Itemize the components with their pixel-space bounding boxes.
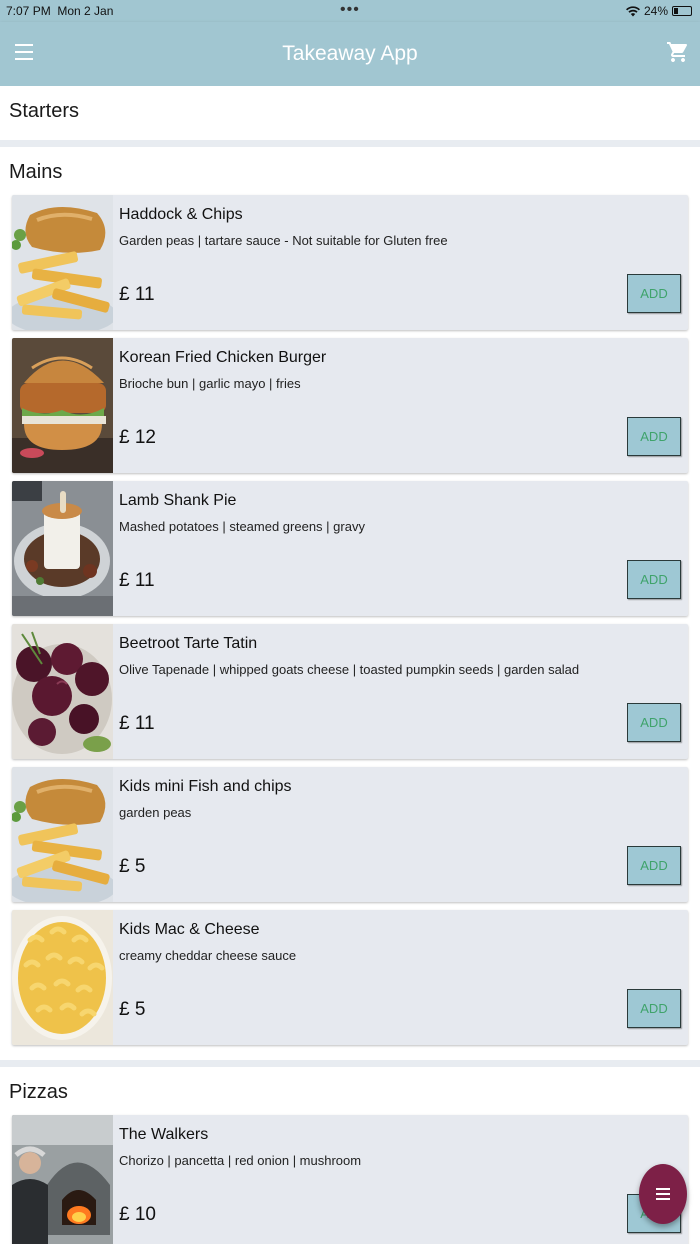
menu-item-card[interactable]: Haddock & Chips Garden peas | tartare sa… xyxy=(12,195,688,330)
item-name: Beetroot Tarte Tatin xyxy=(119,635,258,652)
section-title-mains: Mains xyxy=(9,161,63,183)
add-button[interactable]: ADD xyxy=(627,560,681,599)
item-price: £ 11 xyxy=(119,570,155,591)
section-divider xyxy=(0,1060,700,1067)
menu-item-card[interactable]: Lamb Shank Pie Mashed potatoes | steamed… xyxy=(12,481,688,616)
fish-and-chips-photo xyxy=(12,767,113,902)
add-button[interactable]: ADD xyxy=(627,274,681,313)
add-button[interactable]: ADD xyxy=(627,846,681,885)
cart-icon[interactable] xyxy=(666,40,690,64)
pizza-oven-photo xyxy=(12,1115,113,1244)
beetroot-tart-photo xyxy=(12,624,113,759)
item-price: £ 12 xyxy=(119,427,156,448)
list-menu-icon[interactable] xyxy=(639,1164,687,1224)
item-price: £ 5 xyxy=(119,856,146,877)
battery-percent: 24% xyxy=(643,4,668,18)
item-description: Olive Tapenade | whipped goats cheese | … xyxy=(119,662,580,677)
menu-item-card[interactable]: Kids mini Fish and chips garden peas £ 5… xyxy=(12,767,688,902)
item-name: Haddock & Chips xyxy=(119,206,243,223)
fish-and-chips-photo xyxy=(12,195,113,330)
item-description: Mashed potatoes | steamed greens | gravy xyxy=(119,519,365,534)
section-title-pizzas: Pizzas xyxy=(9,1081,68,1103)
lamb-pie-photo xyxy=(12,481,113,616)
status-bar: 7:07 PM Mon 2 Jan ••• 24% xyxy=(0,0,700,22)
menu-item-card[interactable]: Kids Mac & Cheese creamy cheddar cheese … xyxy=(12,910,688,1045)
item-name: Korean Fried Chicken Burger xyxy=(119,349,327,366)
wifi-icon xyxy=(625,5,640,16)
item-name: The Walkers xyxy=(119,1126,209,1143)
section-title-starters: Starters xyxy=(9,100,80,122)
status-right: 24% xyxy=(625,4,692,18)
add-button[interactable]: ADD xyxy=(627,703,681,742)
app-bar: Takeaway App xyxy=(0,22,700,86)
item-price: £ 10 xyxy=(119,1204,156,1225)
item-name: Kids Mac & Cheese xyxy=(119,921,260,938)
item-name: Lamb Shank Pie xyxy=(119,492,237,509)
item-description: Chorizo | pancetta | red onion | mushroo… xyxy=(119,1153,362,1168)
menu-item-card[interactable]: Beetroot Tarte Tatin Olive Tapenade | wh… xyxy=(12,624,688,759)
menu-item-card[interactable]: The Walkers Chorizo | pancetta | red oni… xyxy=(12,1115,688,1244)
status-time: 7:07 PM Mon 2 Jan xyxy=(6,4,114,18)
multitask-dots: ••• xyxy=(340,1,360,18)
item-description: Brioche bun | garlic mayo | fries xyxy=(119,376,301,391)
battery-icon xyxy=(672,6,692,16)
add-button[interactable]: ADD xyxy=(627,417,681,456)
section-divider xyxy=(0,140,700,147)
mac-and-cheese-photo xyxy=(12,910,113,1045)
item-price: £ 11 xyxy=(119,713,155,734)
section-starters[interactable]: Starters xyxy=(0,86,700,142)
floating-menu-button[interactable] xyxy=(639,1164,687,1224)
item-name: Kids mini Fish and chips xyxy=(119,778,292,795)
item-description: creamy cheddar cheese sauce xyxy=(119,948,297,963)
item-description: Garden peas | tartare sauce - Not suitab… xyxy=(119,233,448,248)
add-button[interactable]: ADD xyxy=(627,989,681,1028)
item-price: £ 11 xyxy=(119,284,155,305)
item-price: £ 5 xyxy=(119,999,146,1020)
app-title: Takeaway App xyxy=(282,42,418,65)
item-description: garden peas xyxy=(119,805,192,820)
menu-item-card[interactable]: Korean Fried Chicken Burger Brioche bun … xyxy=(12,338,688,473)
chicken-burger-photo xyxy=(12,338,113,473)
